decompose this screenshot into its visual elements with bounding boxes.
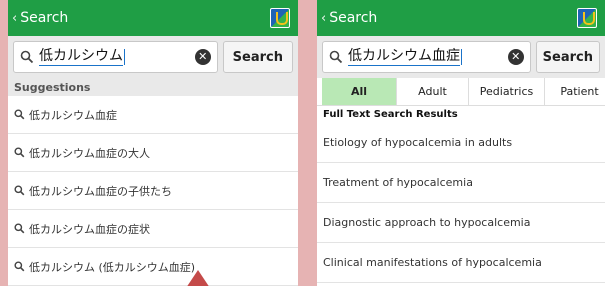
tab-pediatrics[interactable]: Pediatrics xyxy=(469,78,545,105)
search-input[interactable]: 低カルシウム血症 ✕ xyxy=(322,41,531,73)
clear-icon[interactable]: ✕ xyxy=(194,49,211,65)
search-icon xyxy=(329,50,343,64)
suggestion-item[interactable]: 低カルシウム血症の大人 xyxy=(8,134,298,172)
suggestion-item[interactable]: 低カルシウム血症の症状 xyxy=(8,210,298,248)
suggestion-item[interactable]: 低カルシウム (低カルシウム血症) xyxy=(8,248,298,286)
result-title: Treatment of hypocalcemia xyxy=(323,176,473,189)
search-icon xyxy=(20,50,34,64)
tab-all[interactable]: All xyxy=(322,78,397,105)
suggestions-list: 低カルシウム血症 低カルシウム血症の大人 低カルシウム血症の子供たち 低カルシウ… xyxy=(8,96,298,286)
app-logo-icon xyxy=(577,8,597,28)
text-cursor xyxy=(461,49,462,65)
result-item[interactable]: Clinical manifestations of hypocalcemia … xyxy=(317,243,605,283)
clear-icon[interactable]: ✕ xyxy=(507,49,524,65)
search-icon xyxy=(14,261,25,272)
back-button[interactable]: ‹ Search xyxy=(321,10,377,26)
back-label: Search xyxy=(329,10,378,26)
results-screen: ‹ Search 低カルシウム血症 ✕ Search All Adult Ped… xyxy=(317,0,605,286)
suggestion-label: 低カルシウム血症の症状 xyxy=(29,222,150,236)
search-input[interactable]: 低カルシウム ✕ xyxy=(13,41,218,73)
back-button[interactable]: ‹ Search xyxy=(12,10,68,26)
back-label: Search xyxy=(20,10,69,26)
search-icon xyxy=(14,223,25,234)
results-heading: Full Text Search Results xyxy=(317,106,605,123)
search-button[interactable]: Search xyxy=(535,41,600,73)
tab-adult[interactable]: Adult xyxy=(397,78,469,105)
search-icon xyxy=(14,185,25,196)
suggestion-item[interactable]: 低カルシウム血症の子供たち xyxy=(8,172,298,210)
search-bar: 低カルシウム ✕ Search xyxy=(8,36,298,78)
search-button[interactable]: Search xyxy=(222,41,293,73)
suggestion-label: 低カルシウム (低カルシウム血症) xyxy=(29,260,196,274)
result-title: Diagnostic approach to hypocalcemia xyxy=(323,216,531,229)
filter-tabs: All Adult Pediatrics Patient xyxy=(317,78,605,106)
suggestion-item[interactable]: 低カルシウム血症 xyxy=(8,96,298,134)
suggestion-label: 低カルシウム血症の子供たち xyxy=(29,184,172,198)
app-logo-icon xyxy=(270,8,290,28)
chevron-left-icon: ‹ xyxy=(12,10,18,26)
suggestion-label: 低カルシウム血症 xyxy=(29,108,117,122)
search-bar: 低カルシウム血症 ✕ Search xyxy=(317,36,605,78)
search-query: 低カルシウム血症 xyxy=(348,48,460,66)
suggestions-heading: Suggestions xyxy=(8,78,298,96)
result-item[interactable]: Etiology of hypocalcemia in adults › xyxy=(317,123,605,163)
search-query: 低カルシウム xyxy=(39,48,123,66)
search-icon xyxy=(14,109,25,120)
suggestions-screen: ‹ Search 低カルシウム ✕ Search Suggestions 低カル… xyxy=(8,0,298,286)
result-title: Etiology of hypocalcemia in adults xyxy=(323,136,513,149)
app-header: ‹ Search xyxy=(317,0,605,36)
search-icon xyxy=(14,147,25,158)
result-item[interactable]: Treatment of hypocalcemia › xyxy=(317,163,605,203)
results-list: Etiology of hypocalcemia in adults › Tre… xyxy=(317,123,605,283)
chevron-left-icon: ‹ xyxy=(321,10,327,26)
result-title: Clinical manifestations of hypocalcemia xyxy=(323,256,542,269)
pointer-arrow-icon xyxy=(186,270,210,286)
app-header: ‹ Search xyxy=(8,0,298,36)
suggestion-label: 低カルシウム血症の大人 xyxy=(29,146,150,160)
text-cursor xyxy=(124,49,125,65)
result-item[interactable]: Diagnostic approach to hypocalcemia › xyxy=(317,203,605,243)
tab-patient[interactable]: Patient xyxy=(545,78,605,105)
